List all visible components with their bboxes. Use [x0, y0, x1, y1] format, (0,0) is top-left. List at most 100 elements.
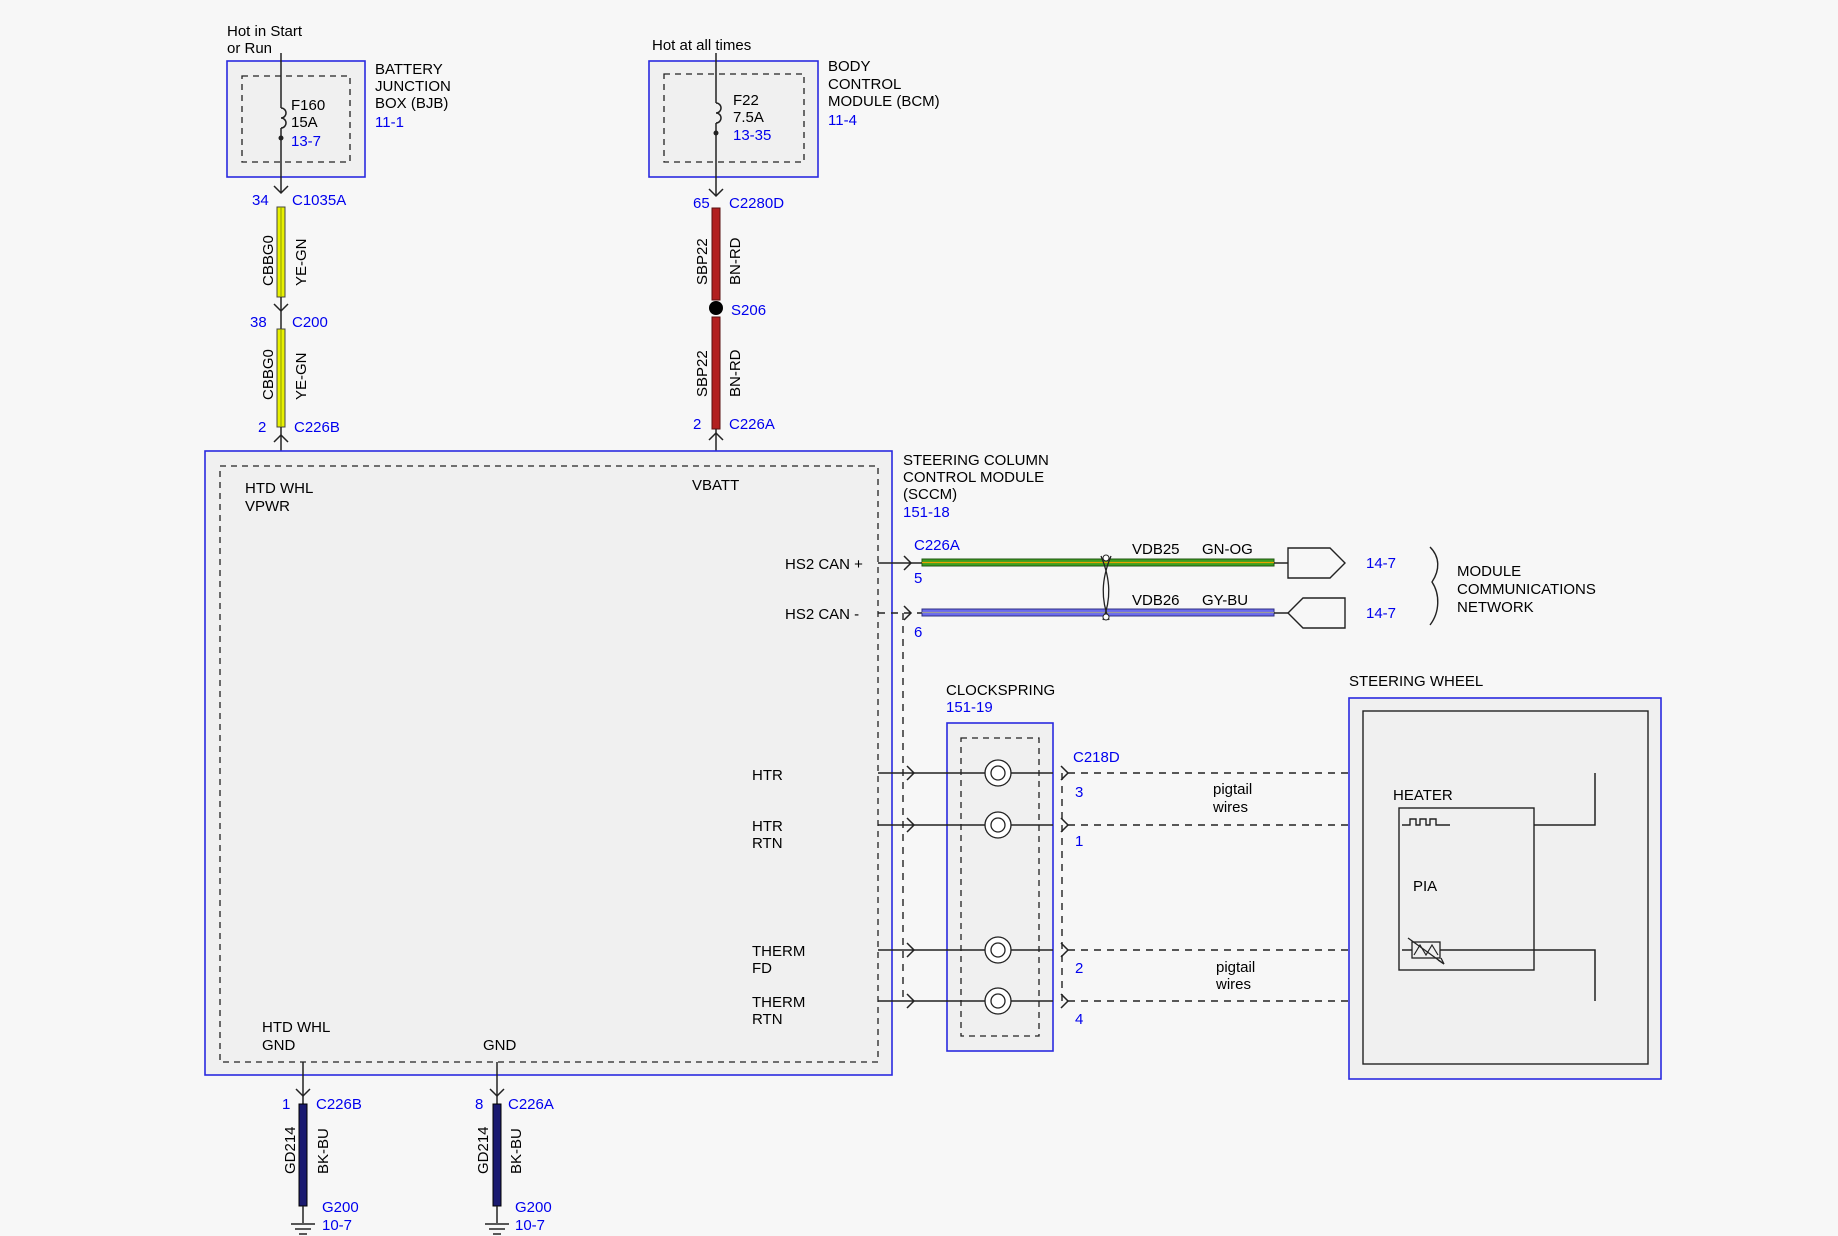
pin-therm-rtn-line1: THERM [752, 994, 805, 1011]
bcm-group: Hot at all times F22 7.5A 13-35 BODY CON… [648, 37, 940, 466]
c226b-top-pin: 2 [258, 419, 266, 436]
bcm-title-line3: MODULE (BCM) [828, 93, 940, 110]
bcm-wire1-color: BN-RD [727, 237, 744, 285]
pigtail-bottom-line2: wires [1215, 976, 1251, 993]
pin-therm-fd-line2: FD [752, 960, 772, 977]
splice-s206-name[interactable]: S206 [731, 302, 766, 319]
network-line1: MODULE [1457, 563, 1521, 580]
pin-htd-whl-vpwr-line1: HTD WHL [245, 480, 313, 497]
pin-htd-whl-gnd-line2: GND [262, 1037, 296, 1054]
steering-wheel-title: STEERING WHEEL [1349, 673, 1483, 690]
pin-htd-whl-vpwr-line2: VPWR [245, 498, 290, 515]
can-plus-pin: 5 [914, 570, 922, 587]
can-connector-name[interactable]: C226A [914, 537, 960, 554]
bcm-title-line1: BODY [828, 58, 871, 75]
c218d-pin-1: 1 [1075, 833, 1083, 850]
ground-left-ground[interactable]: G200 [322, 1199, 359, 1216]
c218d-pin-4: 4 [1075, 1011, 1083, 1028]
sccm-title-line1: STEERING COLUMN [903, 452, 1049, 469]
bjb-source-line1: Hot in Start [227, 23, 303, 40]
can-plus-offpage-arrow-icon [1287, 547, 1346, 579]
wire-bk-bu-right [492, 1103, 502, 1207]
ground-right-ref[interactable]: 10-7 [515, 1217, 545, 1234]
ground-right-group: 8 C226A GD214 BK-BU G200 10-7 [475, 1062, 554, 1235]
fuse-f160-name: F160 [291, 97, 325, 114]
can-plus-circuit: VDB25 [1132, 541, 1180, 558]
wire1-color: YE-GN [293, 238, 310, 286]
wire-bk-bu-left [298, 1103, 308, 1207]
network-line3: NETWORK [1457, 599, 1534, 616]
bcm-wire2-circuit: SBP22 [694, 350, 711, 397]
pin-htr-rtn-line2: RTN [752, 835, 783, 852]
pigtail-bottom-line1: pigtail [1216, 959, 1255, 976]
c226a-top-name[interactable]: C226A [729, 416, 775, 433]
pia-label: PIA [1413, 878, 1437, 895]
c1035a-name[interactable]: C1035A [292, 192, 346, 209]
can-minus-circuit: VDB26 [1132, 592, 1180, 609]
ground-left-ref[interactable]: 10-7 [322, 1217, 352, 1234]
pin-vbatt: VBATT [692, 477, 739, 494]
clockspring-ref[interactable]: 151-19 [946, 699, 993, 716]
c2280d-name[interactable]: C2280D [729, 195, 784, 212]
fuse-f22-ref[interactable]: 13-35 [733, 127, 771, 144]
bjb-ref[interactable]: 11-1 [375, 114, 404, 131]
pin-therm-fd-line1: THERM [752, 943, 805, 960]
fuse-f160-ref[interactable]: 13-7 [291, 133, 321, 150]
wire-bn-rd-2 [711, 316, 721, 430]
bcm-wire1-circuit: SBP22 [694, 238, 711, 285]
can-minus-ref[interactable]: 14-7 [1366, 605, 1396, 622]
clockspring-coil-icon [984, 987, 1012, 1015]
ground-left-circuit: GD214 [282, 1126, 299, 1174]
bcm-ref[interactable]: 11-4 [828, 112, 857, 129]
wiring-diagram: Hot in Start or Run F160 15A 13-7 BATTER… [204, 23, 1662, 1235]
c2280d-pin: 65 [693, 195, 710, 212]
pigtail-top-line2: wires [1212, 799, 1248, 816]
bjb-title-line3: BOX (BJB) [375, 95, 448, 112]
steering-wheel-group: STEERING WHEEL HEATER PIA [1348, 673, 1662, 1080]
bjb-title-line2: JUNCTION [375, 78, 451, 95]
pin-hs2-can-minus: HS2 CAN - [785, 606, 859, 623]
ground-left-connector[interactable]: C226B [316, 1096, 362, 1113]
pin-htr: HTR [752, 767, 783, 784]
sccm-title-line2: CONTROL MODULE [903, 469, 1044, 486]
ground-right-pin: 8 [475, 1096, 483, 1113]
can-plus-color: GN-OG [1202, 541, 1253, 558]
network-line2: COMMUNICATIONS [1457, 581, 1596, 598]
ground-right-circuit: GD214 [475, 1126, 492, 1174]
can-minus-pin: 6 [914, 624, 922, 641]
fuse-f22-name: F22 [733, 92, 759, 109]
sccm-box [204, 450, 893, 1076]
ground-right-connector[interactable]: C226A [508, 1096, 554, 1113]
network-brace-icon [1429, 546, 1439, 626]
bjb-title-line1: BATTERY [375, 61, 443, 78]
c218d-name[interactable]: C218D [1073, 749, 1120, 766]
c200-name[interactable]: C200 [292, 314, 328, 331]
bcm-wire2-color: BN-RD [727, 349, 744, 397]
ground-right-color: BK-BU [508, 1128, 525, 1174]
bcm-source: Hot at all times [652, 37, 751, 54]
c200-pin: 38 [250, 314, 267, 331]
can-plus-ref[interactable]: 14-7 [1366, 555, 1396, 572]
clockspring-title: CLOCKSPRING [946, 682, 1055, 699]
bjb-group: Hot in Start or Run F160 15A 13-7 BATTER… [226, 23, 451, 466]
pin-htr-rtn-line1: HTR [752, 818, 783, 835]
fuse-f22-rating: 7.5A [733, 109, 764, 126]
ground-right-ground[interactable]: G200 [515, 1199, 552, 1216]
heater-label: HEATER [1393, 787, 1453, 804]
ground-left-pin: 1 [282, 1096, 290, 1113]
bjb-source-line2: or Run [227, 40, 272, 57]
c218d-pin-2: 2 [1075, 960, 1083, 977]
sccm-ref[interactable]: 151-18 [903, 504, 950, 521]
c226b-top-name[interactable]: C226B [294, 419, 340, 436]
bcm-title-line2: CONTROL [828, 76, 901, 93]
can-minus-color: GY-BU [1202, 592, 1248, 609]
ground-left-group: 1 C226B GD214 BK-BU G200 10-7 [282, 1062, 362, 1235]
wire2-circuit: CBBG0 [260, 349, 277, 400]
ground-left-color: BK-BU [315, 1128, 332, 1174]
wire2-color: YE-GN [293, 352, 310, 400]
pin-hs2-can-plus: HS2 CAN + [785, 556, 863, 573]
clockspring-coil-icon [984, 759, 1012, 787]
clockspring-coil-icon [984, 936, 1012, 964]
fuse-f160-rating: 15A [291, 114, 318, 131]
c226a-top-pin: 2 [693, 416, 701, 433]
